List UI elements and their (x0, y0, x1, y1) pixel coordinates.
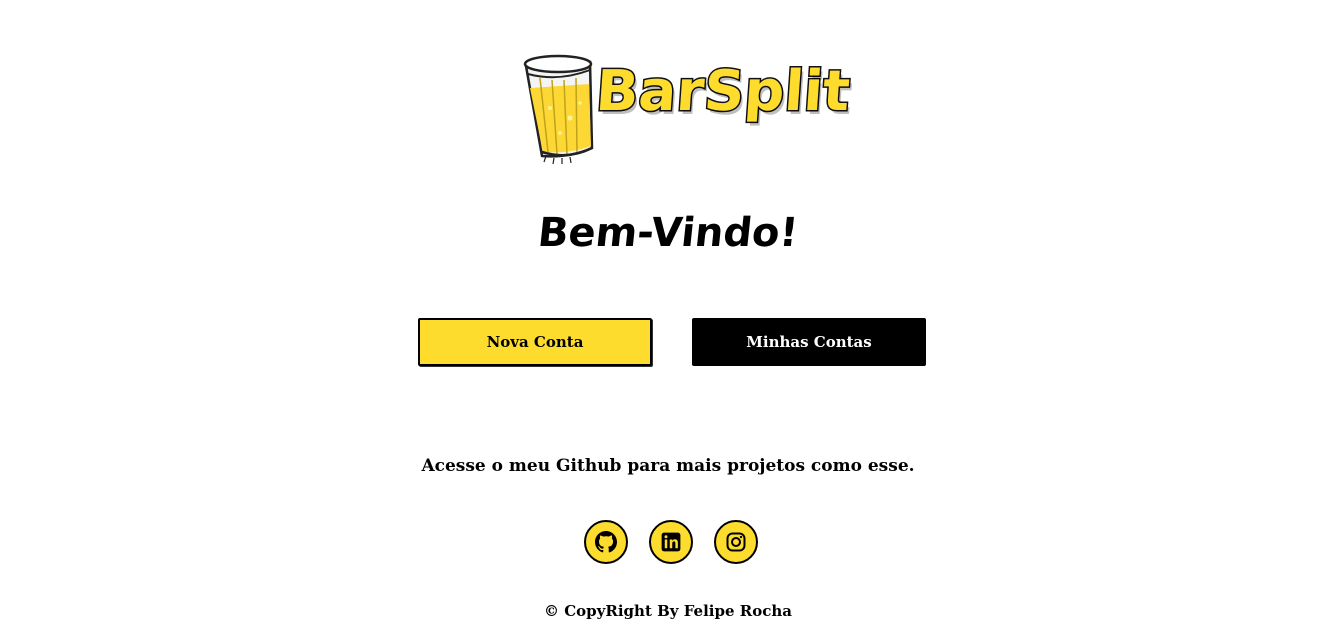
instagram-icon (726, 532, 746, 552)
welcome-title: Bem-Vindo! (535, 210, 801, 256)
new-account-button[interactable]: Nova Conta (418, 318, 652, 366)
github-link[interactable] (584, 520, 628, 564)
linkedin-icon (661, 532, 681, 552)
landing-page: BarSplit Bem-Vindo! Nova Conta Minhas Co… (0, 0, 1336, 642)
barsplit-logo: BarSplit (520, 48, 853, 166)
instagram-link[interactable] (714, 520, 758, 564)
brand-name: BarSplit (592, 58, 853, 126)
copyright-footer: © CopyRight By Felipe Rocha (544, 602, 792, 620)
github-icon (595, 531, 617, 553)
my-accounts-button[interactable]: Minhas Contas (692, 318, 926, 366)
linkedin-link[interactable] (649, 520, 693, 564)
beer-glass-icon (523, 54, 594, 165)
github-note-text: Acesse o meu Github para mais projetos c… (421, 456, 915, 476)
